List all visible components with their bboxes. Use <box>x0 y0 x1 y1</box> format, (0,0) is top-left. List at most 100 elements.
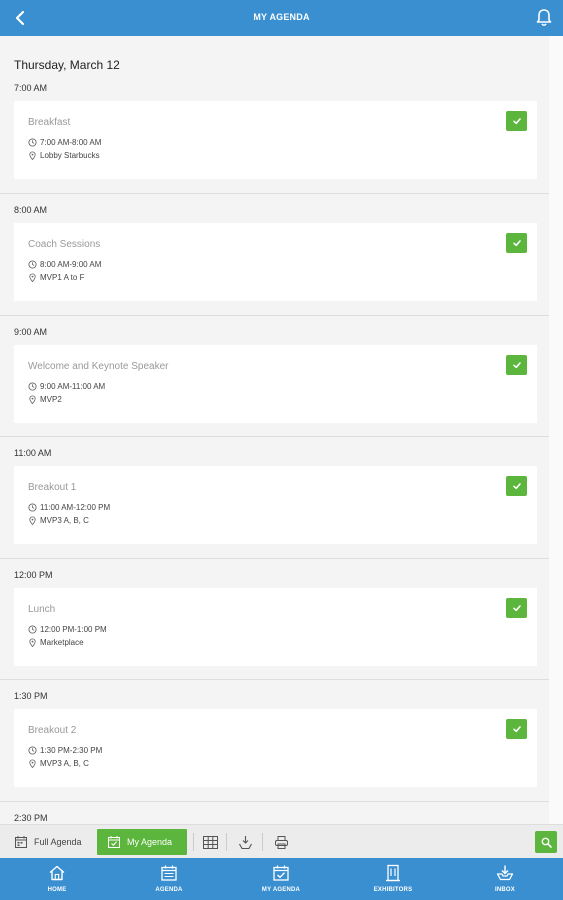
nav-my-agenda[interactable]: MY AGENDA <box>236 858 326 900</box>
session-location: Marketplace <box>40 638 84 647</box>
page-title: MY AGENDA <box>253 12 310 22</box>
my-agenda-button[interactable]: My Agenda <box>97 829 187 855</box>
divider <box>262 833 263 851</box>
checkmark-icon <box>512 483 521 490</box>
clock-icon <box>28 503 37 512</box>
sort-button[interactable] <box>236 833 254 851</box>
session-card[interactable]: Coach Sessions 8:00 AM-9:00 AM MVP1 A to… <box>14 223 537 301</box>
bell-icon[interactable] <box>535 8 553 28</box>
added-checkbox[interactable] <box>506 719 527 739</box>
divider <box>0 801 549 802</box>
map-pin-icon <box>29 151 36 160</box>
session-location: MVP1 A to F <box>40 273 85 282</box>
map-pin-icon <box>29 759 36 768</box>
session-time-range: 12:00 PM-1:00 PM <box>40 625 107 634</box>
slot-time: 7:00 AM <box>14 83 48 93</box>
scrollbar[interactable] <box>549 36 563 824</box>
divider <box>193 833 194 851</box>
full-agenda-label: Full Agenda <box>34 837 82 847</box>
added-checkbox[interactable] <box>506 111 527 131</box>
session-location: MVP3 A, B, C <box>40 759 89 768</box>
calendar-icon <box>15 836 27 848</box>
session-card[interactable]: Welcome and Keynote Speaker 9:00 AM-11:0… <box>14 345 537 423</box>
search-icon <box>541 837 552 848</box>
session-time-row: 12:00 PM-1:00 PM <box>28 625 107 634</box>
session-title: Coach Sessions <box>28 239 101 250</box>
added-checkbox[interactable] <box>506 476 527 496</box>
added-checkbox[interactable] <box>506 598 527 618</box>
session-location-row: MVP3 A, B, C <box>28 759 89 768</box>
session-card[interactable]: Breakout 2 1:30 PM-2:30 PM MVP3 A, B, C <box>14 709 537 787</box>
session-location: MVP2 <box>40 395 62 404</box>
divider <box>0 436 549 437</box>
nav-inbox-label: INBOX <box>494 887 515 893</box>
slot-time: 12:00 PM <box>14 570 53 580</box>
clock-icon <box>28 260 37 269</box>
session-time-row: 7:00 AM-8:00 AM <box>28 138 101 147</box>
session-time-range: 9:00 AM-11:00 AM <box>40 382 106 391</box>
checkmark-icon <box>512 605 521 612</box>
clock-icon <box>28 138 37 147</box>
divider <box>226 833 227 851</box>
agenda-toolbar: Full Agenda My Agenda <box>0 824 563 858</box>
session-location-row: MVP2 <box>28 395 62 404</box>
map-pin-icon <box>29 273 36 282</box>
session-title: Lunch <box>28 604 56 615</box>
nav-inbox[interactable]: INBOX <box>460 858 550 900</box>
session-time-row: 9:00 AM-11:00 AM <box>28 382 105 391</box>
clock-icon <box>28 625 37 634</box>
checkmark-icon <box>512 362 521 369</box>
full-agenda-button[interactable]: Full Agenda <box>14 829 82 855</box>
session-card[interactable]: Breakfast 7:00 AM-8:00 AM Lobby Starbuck… <box>14 101 537 179</box>
print-icon <box>274 835 288 849</box>
session-card[interactable]: Breakout 1 11:00 AM-12:00 PM MVP3 A, B, … <box>14 466 537 544</box>
session-time-range: 1:30 PM-2:30 PM <box>40 746 103 755</box>
session-time-row: 1:30 PM-2:30 PM <box>28 746 102 755</box>
session-title: Welcome and Keynote Speaker <box>28 361 169 372</box>
home-icon <box>49 865 65 881</box>
session-title: Breakout 1 <box>28 482 77 493</box>
checkmark-icon <box>512 726 521 733</box>
map-pin-icon <box>29 395 36 404</box>
print-button[interactable] <box>272 833 290 851</box>
slot-time: 2:30 PM <box>14 813 48 823</box>
building-icon <box>386 864 400 882</box>
session-time-range: 7:00 AM-8:00 AM <box>40 138 102 147</box>
clock-icon <box>28 746 37 755</box>
my-agenda-label: My Agenda <box>127 837 173 847</box>
session-title: Breakfast <box>28 117 71 128</box>
session-location-row: Marketplace <box>28 638 84 647</box>
checkmark-icon <box>512 240 521 247</box>
session-time-row: 8:00 AM-9:00 AM <box>28 260 101 269</box>
session-title: Breakout 2 <box>28 725 77 736</box>
agenda-list[interactable]: Thursday, March 12 7:00 AM Breakfast 7:0… <box>0 36 549 824</box>
grid-view-button[interactable] <box>201 833 219 851</box>
search-button[interactable] <box>535 831 557 853</box>
nav-my-agenda-label: MY AGENDA <box>261 887 301 893</box>
date-heading: Thursday, March 12 <box>14 58 120 72</box>
divider <box>0 558 549 559</box>
map-pin-icon <box>29 516 36 525</box>
divider <box>0 315 549 316</box>
session-location-row: MVP3 A, B, C <box>28 516 89 525</box>
slot-time: 1:30 PM <box>14 691 48 701</box>
session-time-row: 11:00 AM-12:00 PM <box>28 503 110 512</box>
calendar-icon <box>161 865 177 881</box>
map-pin-icon <box>29 638 36 647</box>
grid-icon <box>202 835 218 849</box>
divider <box>0 193 549 194</box>
added-checkbox[interactable] <box>506 233 527 253</box>
sort-icon <box>238 835 252 849</box>
nav-home[interactable]: HOME <box>12 858 102 900</box>
nav-home-label: HOME <box>47 887 67 893</box>
clock-icon <box>28 382 37 391</box>
session-location-row: MVP1 A to F <box>28 273 84 282</box>
nav-agenda[interactable]: AGENDA <box>124 858 214 900</box>
nav-exhibitors[interactable]: EXHIBITORS <box>348 858 438 900</box>
session-location-row: Lobby Starbucks <box>28 151 100 160</box>
session-time-range: 8:00 AM-9:00 AM <box>40 260 102 269</box>
session-card[interactable]: Lunch 12:00 PM-1:00 PM Marketplace <box>14 588 537 666</box>
session-time-range: 11:00 AM-12:00 PM <box>40 503 111 512</box>
added-checkbox[interactable] <box>506 355 527 375</box>
slot-time: 11:00 AM <box>14 448 52 458</box>
